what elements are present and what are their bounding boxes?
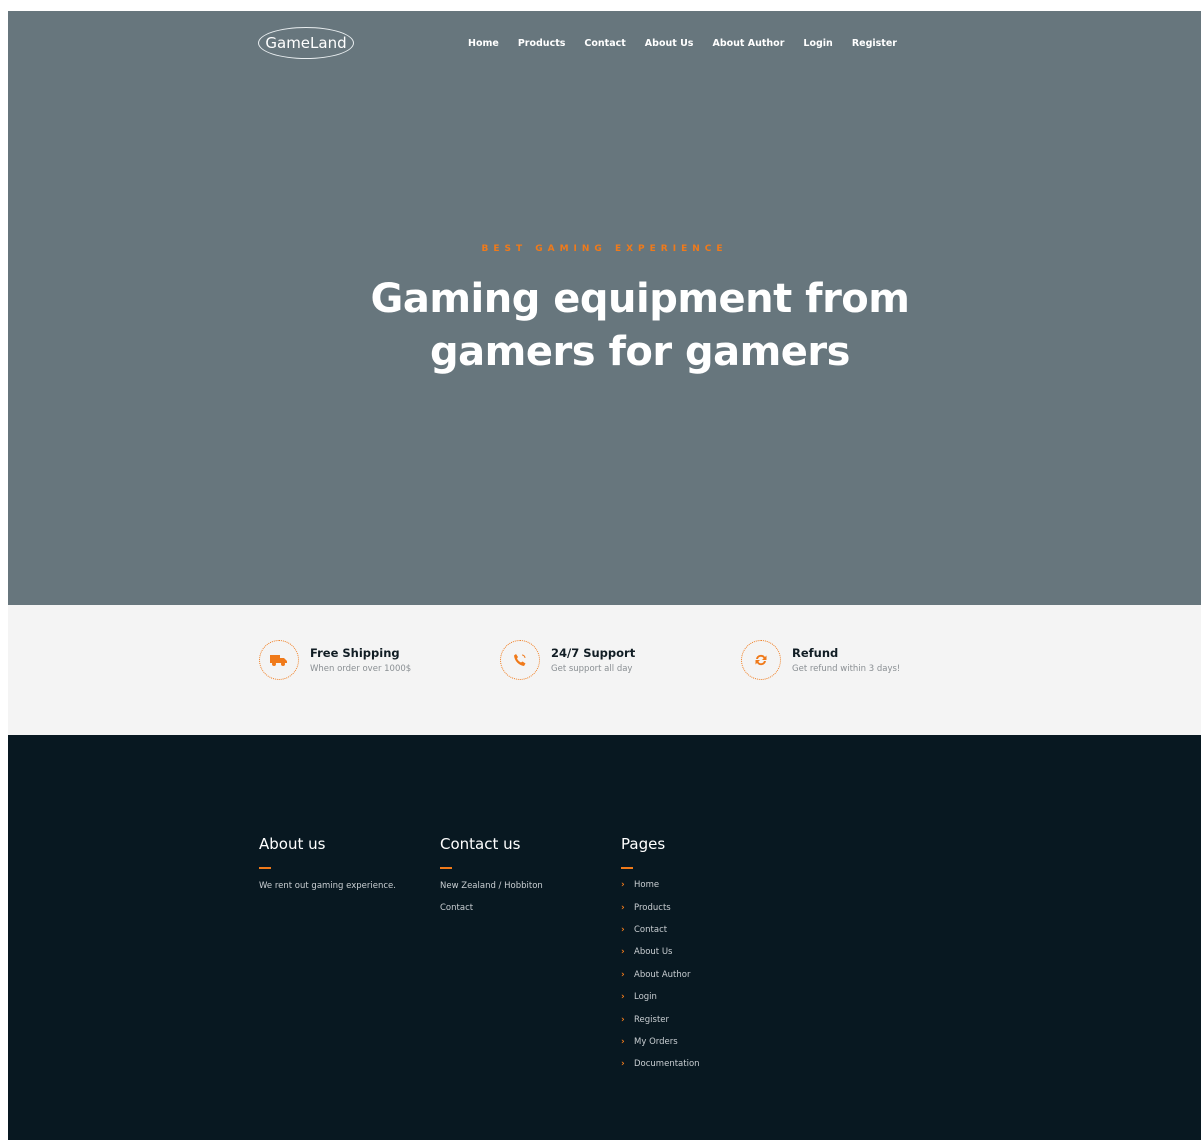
footer-link-label: Documentation [634, 1059, 700, 1070]
phone-icon [500, 640, 540, 680]
chevron-right-icon: › [621, 1059, 625, 1070]
footer-link-documentation[interactable]: › Documentation [621, 1053, 700, 1075]
feature-title: Free Shipping [310, 646, 400, 660]
footer-link-my-orders[interactable]: › My Orders [621, 1031, 700, 1053]
nav-products[interactable]: Products [518, 38, 566, 49]
footer-link-label: Home [634, 880, 660, 891]
feature-title: Refund [792, 646, 839, 660]
title-underline [440, 867, 452, 869]
main-nav: Home Products Contact About Us About Aut… [468, 38, 916, 49]
feature-subtitle: Get support all day [551, 664, 633, 674]
footer-pages: Pages › Home › Products › Contact › About Us… [621, 835, 700, 1076]
footer-link-login[interactable]: › Login [621, 986, 700, 1008]
footer-about-title: About us [259, 835, 326, 853]
footer-about: About us We rent out gaming experience. [259, 835, 396, 891]
nav-about-author[interactable]: About Author [712, 38, 784, 49]
features-strip: Free Shipping When order over 1000$ 24/7… [8, 605, 1201, 735]
chevron-right-icon: › [621, 1014, 625, 1025]
footer-pages-title: Pages [621, 835, 666, 853]
hero-section: GameLand Home Products Contact About Us … [8, 11, 1201, 605]
footer-contact-link[interactable]: Contact [440, 903, 543, 913]
footer-address: New Zealand / Hobbiton [440, 881, 543, 891]
title-underline [259, 867, 271, 869]
nav-about-us[interactable]: About Us [645, 38, 694, 49]
hero-headline: Gaming equipment from gamers for gamers [8, 273, 1201, 379]
footer-about-text: We rent out gaming experience. [259, 881, 396, 891]
footer-contact-title: Contact us [440, 835, 521, 853]
truck-icon [259, 640, 299, 680]
footer-link-label: Contact [634, 924, 668, 935]
refresh-icon [741, 640, 781, 680]
feature-subtitle: When order over 1000$ [310, 664, 412, 674]
nav-register[interactable]: Register [852, 38, 897, 49]
hero-eyebrow: BEST GAMING EXPERIENCE [481, 244, 728, 254]
footer-pages-list: › Home › Products › Contact › About Us › Abou… [621, 874, 700, 1076]
footer-link-label: Products [634, 902, 671, 913]
footer-link-products[interactable]: › Products [621, 896, 700, 918]
page: GameLand Home Products Contact About Us … [8, 11, 1201, 1140]
site-logo[interactable]: GameLand [258, 27, 354, 59]
chevron-right-icon: › [621, 1036, 625, 1047]
nav-contact[interactable]: Contact [584, 38, 625, 49]
footer-link-about-author[interactable]: › About Author [621, 964, 700, 986]
footer-link-label: Register [634, 1014, 669, 1025]
chevron-right-icon: › [621, 902, 625, 913]
chevron-right-icon: › [621, 947, 625, 958]
footer-link-contact[interactable]: › Contact [621, 919, 700, 941]
feature-title: 24/7 Support [551, 646, 636, 660]
footer-link-register[interactable]: › Register [621, 1008, 700, 1030]
chevron-right-icon: › [621, 969, 625, 980]
site-footer: About us We rent out gaming experience. … [8, 735, 1201, 1140]
hero-headline-line-2: gamers for gamers [430, 329, 850, 375]
footer-link-label: About Us [634, 947, 673, 958]
footer-link-about-us[interactable]: › About Us [621, 941, 700, 963]
footer-contact: Contact us New Zealand / Hobbiton Contac… [440, 835, 543, 913]
title-underline [621, 867, 633, 869]
footer-link-label: About Author [634, 969, 691, 980]
footer-link-label: My Orders [634, 1036, 678, 1047]
nav-login[interactable]: Login [803, 38, 832, 49]
hero-headline-line-1: Gaming equipment from [370, 276, 910, 322]
feature-subtitle: Get refund within 3 days! [792, 664, 901, 674]
footer-link-home[interactable]: › Home [621, 874, 700, 896]
chevron-right-icon: › [621, 924, 625, 935]
nav-home[interactable]: Home [468, 38, 499, 49]
footer-link-label: Login [634, 992, 657, 1003]
chevron-right-icon: › [621, 880, 625, 891]
chevron-right-icon: › [621, 992, 625, 1003]
